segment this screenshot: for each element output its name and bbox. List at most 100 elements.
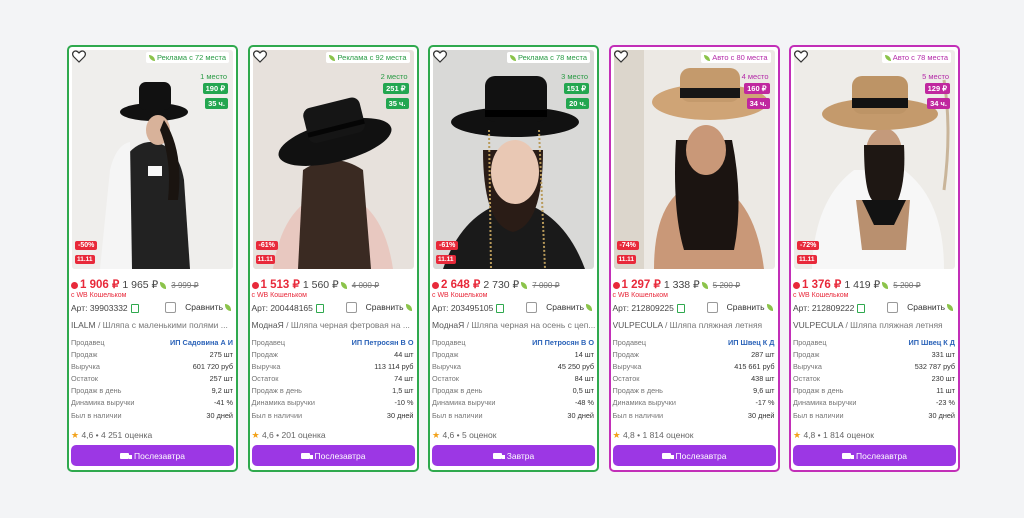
product-photo[interactable]: Реклама с 72 места 1 место 190 ₽ 35 ч. -… — [72, 50, 233, 269]
leaf-icon — [586, 304, 592, 312]
brand-name: VULPECULA — [793, 320, 844, 330]
compare-control[interactable]: Сравнить — [706, 302, 775, 314]
hours-badge: 35 ч. — [205, 98, 228, 109]
stats-row: Динамика выручки -41 % — [71, 397, 233, 409]
heart-icon[interactable] — [794, 50, 808, 63]
promo-label: Авто с 80 места — [712, 53, 768, 62]
seller-link[interactable]: ИП Швец К Д — [728, 337, 775, 349]
ad-place: 4 место — [741, 72, 769, 81]
hours-value: 35 ч. — [388, 99, 406, 108]
seller-link[interactable]: ИП Швец К Д — [909, 337, 956, 349]
leaf-icon — [509, 55, 516, 62]
copy-icon[interactable] — [496, 304, 505, 314]
copy-icon[interactable] — [676, 304, 685, 314]
wallet-label: с WB Кошельком — [71, 292, 127, 299]
product-title[interactable]: МоднаЯ / Шляпа черная на осень с цеп... — [432, 320, 595, 330]
product-card[interactable]: Авто с 80 места 4 место 160 ₽ 34 ч. -74%… — [608, 45, 780, 472]
heart-icon[interactable] — [72, 50, 86, 63]
delivery-button[interactable]: Завтра — [432, 445, 595, 466]
stats-row: Продаж в день 1,5 шт — [252, 385, 414, 397]
article-text: Арт: 39903332 — [71, 303, 128, 313]
price-row: 2 648 ₽ 2 730 ₽ 7 000 ₽ — [432, 277, 560, 291]
cpm-value: 251 ₽ — [386, 84, 406, 93]
wallet-price: 1 297 ₽ — [621, 279, 661, 291]
stats-value: 415 661 руб — [734, 362, 775, 372]
stats-key: Остаток — [612, 374, 640, 384]
compare-control[interactable]: Сравнить — [887, 302, 955, 314]
wallet-price: 1 906 ₽ — [80, 279, 120, 291]
product-card[interactable]: Авто с 78 места 5 место 129 ₽ 34 ч. -72%… — [789, 45, 960, 472]
product-title[interactable]: VULPECULA / Шляпа пляжная летняя — [613, 320, 776, 330]
stats-value: 30 дней — [206, 410, 233, 420]
stats-key: Продавец — [793, 338, 827, 347]
compare-label: Сравнить — [365, 302, 404, 312]
stats-key: Остаток — [71, 374, 98, 384]
product-photo[interactable]: Авто с 78 места 5 место 129 ₽ 34 ч. -72%… — [794, 50, 955, 269]
checkbox-icon[interactable] — [526, 302, 538, 314]
heart-icon[interactable] — [613, 50, 628, 63]
stats-value: 44 шт — [394, 350, 414, 360]
checkbox-icon[interactable] — [887, 302, 899, 314]
star-icon: ★ — [71, 430, 80, 440]
article-number: Арт: 212809225 — [613, 303, 685, 314]
stats-key: Динамика выручки — [251, 398, 315, 408]
stats-value: -48 % — [574, 398, 594, 408]
cpm-badge: 190 ₽ — [202, 83, 228, 94]
compare-control[interactable]: Сравнить — [526, 302, 594, 314]
product-title[interactable]: ILALM / Шляпа с маленькими полями ... — [71, 320, 234, 330]
stats-key: Остаток — [251, 374, 279, 384]
rating: ★ 4,6 • 5 оценок — [432, 430, 497, 440]
ad-place: 2 место — [380, 72, 408, 81]
product-card[interactable]: Реклама с 78 места 3 место 151 ₽ 20 ч. -… — [428, 45, 599, 472]
price: 1 419 ₽ — [844, 279, 881, 291]
product-photo[interactable]: Реклама с 78 места 3 место 151 ₽ 20 ч. -… — [433, 50, 594, 269]
delivery-button[interactable]: Послезавтра — [612, 445, 776, 466]
heart-icon[interactable] — [252, 50, 267, 63]
heart-icon[interactable] — [433, 50, 447, 63]
product-title[interactable]: VULPECULA / Шляпа пляжная летняя — [793, 320, 956, 330]
article-number: Арт: 212809222 — [793, 303, 866, 314]
compare-label: Сравнить — [185, 302, 223, 312]
article-number: Арт: 200448165 — [252, 303, 324, 314]
compare-control[interactable]: Сравнить — [345, 302, 414, 314]
cpm-value: 190 ₽ — [205, 84, 225, 93]
delivery-button[interactable]: Послезавтра — [71, 445, 234, 466]
article-text: Арт: 203495105 — [432, 303, 494, 313]
leaf-icon — [160, 281, 167, 289]
seller-link[interactable]: ИП Петросян В О — [532, 337, 594, 349]
wallet-dot-icon — [251, 281, 259, 289]
checkbox-icon[interactable] — [345, 302, 357, 314]
product-title[interactable]: МоднаЯ / Шляпа черная фетровая на ... — [252, 320, 415, 330]
sale-badge: 11.11 — [255, 255, 276, 264]
copy-icon[interactable] — [315, 304, 324, 314]
delivery-button[interactable]: Послезавтра — [251, 445, 415, 466]
stats-value: 230 шт — [931, 374, 955, 384]
price-row: 1 513 ₽ 1 560 ₽ 4 000 ₽ — [251, 277, 379, 291]
hours-value: 34 ч. — [930, 99, 947, 108]
seller-link[interactable]: ИП Садовина А И — [170, 337, 233, 349]
checkbox-icon[interactable] — [165, 302, 177, 314]
stats-row: Выручка 532 787 руб — [793, 361, 955, 373]
stats-value: 438 шт — [751, 374, 775, 384]
copy-icon[interactable] — [130, 304, 139, 314]
delivery-button[interactable]: Послезавтра — [793, 445, 956, 466]
stats-key: Остаток — [793, 374, 820, 384]
stats-table: Продавец ИП Швец К Д Продаж 287 шт Выручка 41… — [613, 337, 775, 422]
truck-icon — [492, 453, 505, 460]
leaf-icon — [148, 55, 155, 62]
checkbox-icon[interactable] — [706, 302, 718, 314]
product-photo[interactable]: Реклама с 92 места 2 место 251 ₽ 35 ч. -… — [252, 50, 414, 269]
stats-key: Динамика выручки — [71, 398, 135, 408]
stats-row: Был в наличии 30 дней — [613, 410, 775, 422]
copy-icon[interactable] — [857, 304, 866, 314]
seller-link[interactable]: ИП Петросян В О — [352, 337, 414, 349]
stats-value: 14 шт — [574, 350, 594, 360]
product-card[interactable]: Реклама с 72 места 1 место 190 ₽ 35 ч. -… — [67, 45, 238, 472]
discount-badge: -74% — [616, 241, 639, 250]
compare-control[interactable]: Сравнить — [165, 302, 233, 314]
stats-row: Продавец ИП Швец К Д — [793, 337, 955, 349]
wallet-dot-icon — [432, 281, 439, 289]
promo-label: Реклама с 92 места — [337, 53, 407, 62]
product-card[interactable]: Реклама с 92 места 2 место 251 ₽ 35 ч. -… — [247, 45, 419, 472]
product-photo[interactable]: Авто с 80 места 4 место 160 ₽ 34 ч. -74%… — [613, 50, 775, 269]
